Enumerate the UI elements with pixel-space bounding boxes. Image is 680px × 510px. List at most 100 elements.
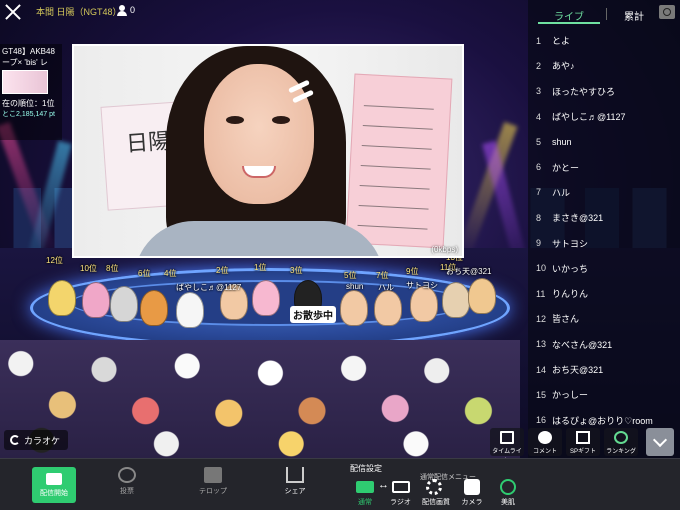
stream-title: 本間 日陽（NGT48） xyxy=(36,7,122,17)
note-line xyxy=(357,224,428,230)
vote-label: 投票 xyxy=(120,488,134,495)
ranking-row[interactable]: 2 あや♪ xyxy=(528,53,680,78)
stage-avatar[interactable] xyxy=(468,278,496,314)
top-bar: 本間 日陽（NGT48） 0 xyxy=(0,0,528,24)
rank-name: まさき@321 xyxy=(552,213,604,224)
event-banner xyxy=(2,70,48,94)
chevron-down-icon[interactable] xyxy=(646,428,674,456)
ranking-list: 1 とよ 2 あや♪ 3 ほったやすひろ 4 ばやしこ♬@1127 5 shun 6 かとー… xyxy=(528,28,680,433)
stage-rank-label: 1位 xyxy=(254,263,267,272)
share-button[interactable]: シェア xyxy=(272,463,318,507)
ranking-row[interactable]: 5 shun xyxy=(528,129,680,154)
broadcaster-video[interactable]: 日陽 (0kbps) xyxy=(72,44,464,258)
radio-mode-label: ラジオ xyxy=(390,499,411,506)
broadcaster-eye xyxy=(226,116,244,124)
share-icon xyxy=(286,467,304,483)
rank-number: 6 xyxy=(536,162,542,173)
ranking-row[interactable]: 8 まさき@321 xyxy=(528,205,680,230)
ranking-button[interactable]: ランキング xyxy=(604,428,638,456)
broadcaster-shirt xyxy=(134,221,384,256)
camera-label: カメラ xyxy=(461,499,483,506)
beauty-button[interactable]: 美肌 xyxy=(496,479,520,507)
camera-switch-icon xyxy=(464,479,480,495)
vote-button[interactable]: 投票 xyxy=(104,463,150,507)
ranking-row[interactable]: 11 りんりん xyxy=(528,281,680,306)
rank-name: りんりん xyxy=(552,289,589,300)
rank-name: 皆さん xyxy=(552,314,580,325)
vote-icon xyxy=(118,467,136,483)
stage-name: サトヨシ xyxy=(406,281,438,290)
stage-sign: お散歩中 xyxy=(290,306,336,323)
stage-avatar[interactable] xyxy=(252,280,280,316)
rank-name: ほったやすひろ xyxy=(552,86,616,97)
smile-icon xyxy=(500,479,516,495)
karaoke-button[interactable]: カラオケ xyxy=(4,430,69,450)
stage-avatar[interactable] xyxy=(374,290,402,326)
rank-name: かっしー xyxy=(552,390,589,401)
rank-name: おち天@321 xyxy=(552,365,604,375)
rank-name: かとー xyxy=(552,162,580,173)
stage-rank-label: 3位 xyxy=(290,266,303,275)
stage-avatar[interactable] xyxy=(82,282,110,318)
close-icon[interactable] xyxy=(4,3,22,21)
stage-name: ばやしこ♬@1127 xyxy=(176,283,242,292)
rank-number: 16 xyxy=(536,415,547,426)
rank-name: あや♪ xyxy=(552,61,575,72)
rank-name: ハル xyxy=(552,187,571,198)
normal-mode-label: 通常 xyxy=(358,499,372,506)
stage-avatar[interactable] xyxy=(410,286,438,322)
ranking-row[interactable]: 13 なべさん@321 xyxy=(528,332,680,357)
rank-name: とよ xyxy=(552,36,571,47)
normal-mode-icon[interactable] xyxy=(356,481,374,493)
share-label: シェア xyxy=(284,488,306,495)
comment-label: コメント xyxy=(532,449,557,455)
rank-name: サトヨシ xyxy=(552,238,589,249)
camera-icon[interactable] xyxy=(659,5,675,19)
audience-crowd xyxy=(0,340,520,458)
note-line xyxy=(358,204,429,210)
note-line xyxy=(362,125,433,130)
karaoke-icon xyxy=(10,435,20,445)
rank-number: 5 xyxy=(536,136,542,147)
rank-name: いかっち xyxy=(552,263,589,274)
rank-number: 3 xyxy=(536,86,542,97)
start-broadcast-button[interactable]: 配信開始 xyxy=(32,467,76,503)
rank-name: なべさん@321 xyxy=(552,339,613,350)
camera-button[interactable]: カメラ xyxy=(460,479,484,507)
quality-button[interactable]: 配信画質 xyxy=(422,479,450,507)
ranking-row[interactable]: 7 ハル xyxy=(528,180,680,205)
stage-avatar[interactable] xyxy=(442,282,470,318)
ranking-row[interactable]: 14 おち天@321 xyxy=(528,357,680,382)
comment-button[interactable]: コメント xyxy=(528,428,562,456)
viewer-icon xyxy=(117,5,127,17)
ranking-row[interactable]: 3 ほったやすひろ xyxy=(528,79,680,104)
stage-rank-label: 7位 xyxy=(376,271,389,280)
rank-number: 8 xyxy=(536,212,542,223)
ranking-row[interactable]: 15 かっしー xyxy=(528,382,680,407)
poster-text: 日陽 xyxy=(125,129,171,158)
telop-button[interactable]: テロップ xyxy=(190,463,236,507)
ranking-row[interactable]: 6 かとー xyxy=(528,154,680,179)
timeline-button[interactable]: タイムライン xyxy=(490,428,524,464)
ranking-row[interactable]: 9 サトヨシ xyxy=(528,230,680,255)
tab-live[interactable]: ライブ xyxy=(538,6,600,24)
event-card[interactable]: GT48】AKB48 ープ× 'bis' レ 在の順位：1位 とこ2,185,1… xyxy=(0,44,62,140)
ranking-row[interactable]: 10 いかっち xyxy=(528,256,680,281)
stage-name: おち天@321 xyxy=(446,267,492,276)
stage-avatar[interactable] xyxy=(176,292,204,328)
ranking-icon xyxy=(614,431,628,444)
stage-rank-label: 4位 xyxy=(164,269,177,278)
rank-number: 14 xyxy=(536,364,547,375)
ranking-row[interactable]: 1 とよ xyxy=(528,28,680,53)
stage-avatar[interactable] xyxy=(140,290,168,326)
ranking-row[interactable]: 12 皆さん xyxy=(528,306,680,331)
stage-rank-label: 10位 xyxy=(80,264,97,273)
stage-avatar[interactable] xyxy=(340,290,368,326)
stage-avatar[interactable] xyxy=(110,286,138,322)
rank-number: 13 xyxy=(536,339,547,350)
tab-total[interactable]: 累計 xyxy=(624,8,644,23)
ranking-row[interactable]: 4 ばやしこ♬@1127 xyxy=(528,104,680,129)
stage-avatar[interactable] xyxy=(48,280,76,316)
radio-mode-icon[interactable] xyxy=(392,481,410,493)
sp-gift-button[interactable]: SPギフト xyxy=(566,428,600,456)
